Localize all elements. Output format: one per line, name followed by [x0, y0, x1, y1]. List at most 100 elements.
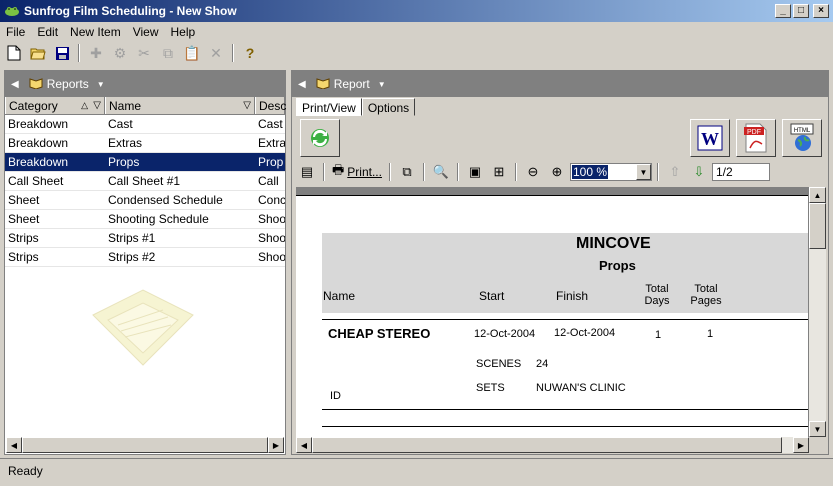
report-title: MINCOVE [576, 235, 651, 252]
print-button[interactable]: 🖶 Print... [330, 162, 384, 182]
html-icon: HTML [790, 123, 814, 151]
tab-print-view[interactable]: Print/View [296, 98, 362, 116]
report-header[interactable]: ◀ Report ▼ [292, 71, 828, 97]
export-pdf-button[interactable]: PDF [736, 119, 776, 157]
grid-header: Category △ ▽ Name ▽ Desc [5, 97, 286, 115]
scroll-thumb[interactable] [22, 437, 268, 453]
zoom-out-icon[interactable]: ⊖ [522, 162, 544, 182]
scroll-left-icon[interactable]: ◀ [296, 437, 312, 453]
book-icon [29, 77, 43, 92]
item-days: 1 [655, 329, 662, 341]
chevron-down-icon[interactable]: ▼ [378, 80, 386, 89]
filter-icon[interactable]: ▽ [93, 100, 101, 111]
delete-icon[interactable]: ✕ [205, 42, 227, 64]
preview-horizontal-scrollbar[interactable]: ◀ ▶ [296, 437, 809, 453]
menu-bar: File Edit New Item View Help [0, 23, 833, 41]
cut-icon[interactable]: ✂ [133, 42, 155, 64]
report-col-start: Start [479, 289, 505, 303]
collapse-right-icon[interactable]: ◀ [298, 79, 306, 90]
previous-page-icon[interactable]: ⇧ [664, 162, 686, 182]
table-row[interactable]: Call Sheet Call Sheet #1 Call [5, 172, 285, 191]
minimize-button[interactable]: _ [775, 4, 791, 18]
report-preview[interactable]: MINCOVE Props Name Start Finish Total Day… [296, 187, 826, 453]
refresh-icon [311, 129, 329, 147]
multi-page-icon[interactable]: ⊞ [488, 162, 510, 182]
scroll-down-icon[interactable]: ▼ [809, 421, 826, 437]
menu-help[interactable]: Help [165, 25, 202, 39]
scroll-thumb[interactable] [312, 437, 782, 453]
help-icon[interactable]: ? [239, 42, 261, 64]
menu-edit[interactable]: Edit [31, 25, 64, 39]
menu-view[interactable]: View [127, 25, 165, 39]
sort-asc-icon: △ [81, 100, 88, 110]
toggle-tree-icon[interactable]: ▤ [296, 162, 318, 182]
scenes-label: SCENES [476, 358, 522, 370]
new-file-icon[interactable] [3, 42, 25, 64]
left-horizontal-scrollbar[interactable]: ◀ ▶ [6, 437, 284, 453]
report-tabs: Print/View Options [296, 98, 416, 116]
title-bar[interactable]: Sunfrog Film Scheduling - New Show _ □ × [0, 0, 833, 22]
export-html-button[interactable]: HTML [782, 119, 822, 157]
table-row[interactable]: Strips Strips #1 Shoo [5, 229, 285, 248]
scroll-left-icon[interactable]: ◀ [6, 437, 22, 453]
word-icon: W [697, 125, 723, 151]
menu-file[interactable]: File [0, 25, 31, 39]
single-page-icon[interactable]: ▣ [464, 162, 486, 182]
reports-watermark-icon [92, 289, 194, 366]
report-col-total-pages: Total Pages [690, 283, 722, 307]
maximize-button[interactable]: □ [793, 4, 809, 18]
column-header-desc[interactable]: Desc [255, 97, 286, 114]
table-row[interactable]: Strips Strips #2 Shoo [5, 248, 285, 267]
preview-vertical-scrollbar[interactable]: ▲ ▼ [809, 187, 826, 437]
column-header-name[interactable]: Name ▽ [105, 97, 255, 114]
scroll-right-icon[interactable]: ▶ [268, 437, 284, 453]
reports-header[interactable]: ◀ Reports ▼ [5, 71, 285, 97]
table-row-selected[interactable]: Breakdown Props Prop [5, 153, 285, 172]
scenes-value: 24 [536, 358, 549, 370]
sets-label: SETS [476, 382, 505, 394]
frog-icon [5, 7, 19, 16]
table-row[interactable]: Breakdown Cast Cast [5, 115, 285, 134]
svg-text:HTML: HTML [794, 128, 811, 134]
close-button[interactable]: × [813, 4, 829, 18]
table-row[interactable]: Breakdown Extras Extra [5, 134, 285, 153]
main-toolbar: ✚ ⚙ ✂ ⧉ 📋 ✕ ? [0, 41, 833, 65]
export-toolbar: W PDF HTML [298, 117, 823, 159]
table-row[interactable]: Sheet Shooting Schedule Shoo [5, 210, 285, 229]
scroll-thumb[interactable] [809, 203, 826, 249]
refresh-button[interactable] [300, 119, 340, 157]
paste-icon[interactable]: 📋 [181, 42, 203, 64]
item-pages: 1 [707, 328, 714, 340]
scroll-up-icon[interactable]: ▲ [809, 187, 826, 203]
copy-icon[interactable]: ⧉ [157, 42, 179, 64]
window-title: Sunfrog Film Scheduling - New Show [24, 4, 237, 18]
report-label: Report [333, 77, 370, 91]
next-page-icon[interactable]: ⇩ [688, 162, 710, 182]
zoom-select[interactable]: 100 % ▼ [569, 163, 652, 181]
id-label: ID [330, 390, 341, 402]
report-pane: ◀ Report ▼ Print/View Options W PDF HTML… [291, 70, 829, 455]
collapse-left-icon[interactable]: ◀ [11, 79, 19, 90]
column-header-category[interactable]: Category △ ▽ [5, 97, 105, 114]
sets-value: NUWAN'S CLINIC [536, 382, 626, 394]
book-icon [316, 77, 330, 92]
zoom-in-icon[interactable]: ⊕ [546, 162, 568, 182]
open-folder-icon[interactable] [27, 42, 49, 64]
item-finish: 12-Oct-2004 [554, 327, 616, 339]
binoculars-icon[interactable]: 🔍 [430, 162, 452, 182]
filter-icon[interactable]: ▽ [243, 100, 251, 111]
tab-options[interactable]: Options [361, 98, 416, 116]
reports-grid: Breakdown Cast Cast Breakdown Extras Ext… [5, 115, 285, 431]
add-icon[interactable]: ✚ [85, 42, 107, 64]
scroll-right-icon[interactable]: ▶ [793, 437, 809, 453]
chevron-down-icon[interactable]: ▼ [97, 80, 105, 89]
menu-new-item[interactable]: New Item [64, 25, 127, 39]
chevron-down-icon[interactable]: ▼ [635, 164, 651, 180]
save-icon[interactable] [51, 42, 73, 64]
export-word-button[interactable]: W [690, 119, 730, 157]
preview-toolbar: ▤ 🖶 Print... ⧉ 🔍 ▣ ⊞ ⊖ ⊕ 100 % ▼ ⇧ ⇩ 1/2 [296, 160, 826, 184]
table-row[interactable]: Sheet Condensed Schedule Conc [5, 191, 285, 210]
page-input[interactable]: 1/2 [711, 163, 770, 181]
copy-icon[interactable]: ⧉ [396, 162, 418, 182]
properties-icon[interactable]: ⚙ [109, 42, 131, 64]
